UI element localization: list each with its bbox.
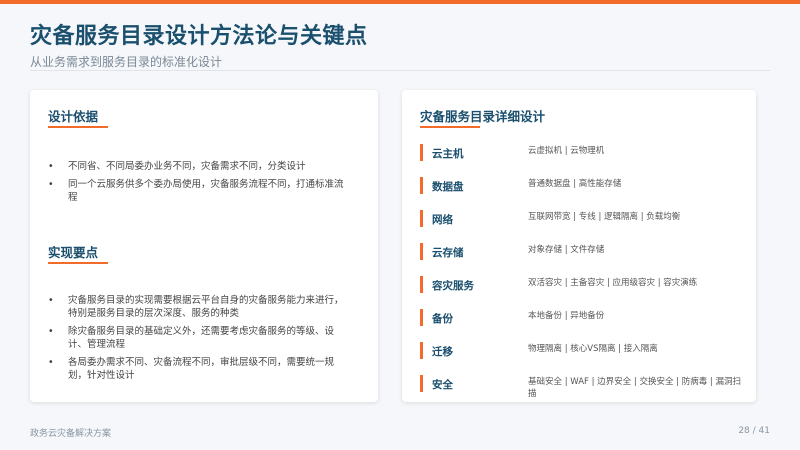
bullet-dot: • — [48, 161, 54, 172]
page-title: 灾备服务目录设计方法论与关键点 — [30, 24, 368, 49]
list-item-text: 灾备服务目录的实现需要根据云平台自身的灾备服务能力来进行，特别是服务目录的层次深… — [68, 295, 344, 319]
footer-doc-title: 政务云灾备解决方案 — [30, 429, 112, 439]
row-accent-bar — [420, 375, 423, 392]
design-basis-list: • 不同省、不同局委办业务不同，灾备需求不同，分类设计 • 同一个云服务供多个委… — [46, 160, 346, 209]
list-item: • 灾备服务目录的实现需要根据云平台自身的灾备服务能力来进行，特别是服务目录的层… — [46, 294, 346, 320]
row-name: 云主机 — [432, 148, 464, 160]
list-item-text: 同一个云服务供多个委办局使用，灾备服务流程不同，打通标准流程 — [68, 179, 344, 203]
catalog-row: 迁移 物理隔离 | 核心VS隔离 | 接入隔离 — [420, 338, 740, 371]
row-accent-bar — [420, 210, 423, 227]
top-accent-bar — [0, 0, 800, 4]
list-item: • 各局委办需求不同、灾备流程不同，审批层级不同，需要统一规划，针对性设计 — [46, 356, 346, 382]
catalog-row: 安全 基础安全 | WAF | 边界安全 | 交换安全 | 防病毒 | 漏洞扫描 — [420, 371, 741, 404]
bullet-dot: • — [48, 326, 54, 337]
row-desc: 普通数据盘 | 高性能存储 — [528, 179, 622, 189]
list-item-text: 各局委办需求不同、灾备流程不同，审批层级不同，需要统一规划，针对性设计 — [68, 357, 335, 381]
catalog-row: 备份 本地备份 | 异地备份 — [420, 305, 740, 338]
page-number: 28 / 41 — [738, 426, 770, 436]
bullet-dot: • — [48, 357, 54, 368]
list-item-text: 不同省、不同局委办业务不同，灾备需求不同，分类设计 — [68, 161, 306, 172]
list-item: • 同一个云服务供多个委办局使用，灾备服务流程不同，打通标准流程 — [46, 178, 346, 204]
row-accent-bar — [420, 342, 423, 359]
row-desc: 双活容灾 | 主备容灾 | 应用级容灾 | 容灾演练 — [528, 278, 698, 288]
row-name: 备份 — [432, 313, 453, 325]
row-name: 数据盘 — [432, 181, 464, 193]
row-desc: 本地备份 | 异地备份 — [528, 311, 605, 321]
row-desc: 物理隔离 | 核心VS隔离 | 接入隔离 — [528, 344, 658, 354]
section-underline — [420, 126, 480, 128]
page-subtitle: 从业务需求到服务目录的标准化设计 — [30, 55, 223, 69]
row-accent-bar — [420, 144, 423, 161]
row-accent-bar — [420, 243, 423, 260]
row-accent-bar — [420, 309, 423, 326]
row-name: 迁移 — [432, 346, 453, 358]
catalog-row: 数据盘 普通数据盘 | 高性能存储 — [420, 173, 740, 206]
section-heading-design-basis: 设计依据 — [48, 109, 99, 124]
section-heading-implementation: 实现要点 — [48, 245, 99, 260]
title-divider — [30, 70, 770, 71]
row-name: 安全 — [432, 379, 453, 391]
catalog-rows: 云主机 云虚拟机 | 云物理机 数据盘 普通数据盘 | 高性能存储 网络 互联网… — [420, 140, 741, 404]
list-item-text: 除灾备服务目录的基础定义外，还需要考虑灾备服务的等级、设计、管理流程 — [68, 326, 335, 350]
row-name: 云存储 — [432, 247, 464, 259]
row-desc: 对象存储 | 文件存储 — [528, 245, 605, 255]
catalog-row: 云主机 云虚拟机 | 云物理机 — [420, 140, 740, 173]
row-name: 容灾服务 — [432, 280, 474, 292]
row-desc: 云虚拟机 | 云物理机 — [528, 146, 605, 156]
catalog-row: 云存储 对象存储 | 文件存储 — [420, 239, 740, 272]
row-accent-bar — [420, 177, 423, 194]
row-name: 网络 — [432, 214, 453, 226]
catalog-row: 容灾服务 双活容灾 | 主备容灾 | 应用级容灾 | 容灾演练 — [420, 272, 740, 305]
list-item: • 除灾备服务目录的基础定义外，还需要考虑灾备服务的等级、设计、管理流程 — [46, 325, 346, 351]
catalog-row: 网络 互联网带宽 | 专线 | 逻辑隔离 | 负载均衡 — [420, 206, 740, 239]
row-desc: 互联网带宽 | 专线 | 逻辑隔离 | 负载均衡 — [528, 212, 681, 222]
bullet-dot: • — [48, 179, 54, 190]
bullet-dot: • — [48, 295, 54, 306]
list-item: • 不同省、不同局委办业务不同，灾备需求不同，分类设计 — [46, 160, 346, 173]
section-underline — [48, 126, 108, 128]
service-catalog-card: 灾备服务目录详细设计 云主机 云虚拟机 | 云物理机 数据盘 普通数据盘 | 高… — [402, 90, 756, 402]
implementation-list: • 灾备服务目录的实现需要根据云平台自身的灾备服务能力来进行，特别是服务目录的层… — [46, 294, 346, 387]
section-underline — [48, 262, 108, 264]
row-desc: 基础安全 | WAF | 边界安全 | 交换安全 | 防病毒 | 漏洞扫描 — [528, 377, 741, 399]
section-heading-catalog: 灾备服务目录详细设计 — [420, 109, 546, 124]
row-accent-bar — [420, 276, 423, 293]
design-basis-card: 设计依据 • 不同省、不同局委办业务不同，灾备需求不同，分类设计 • 同一个云服… — [30, 90, 378, 402]
